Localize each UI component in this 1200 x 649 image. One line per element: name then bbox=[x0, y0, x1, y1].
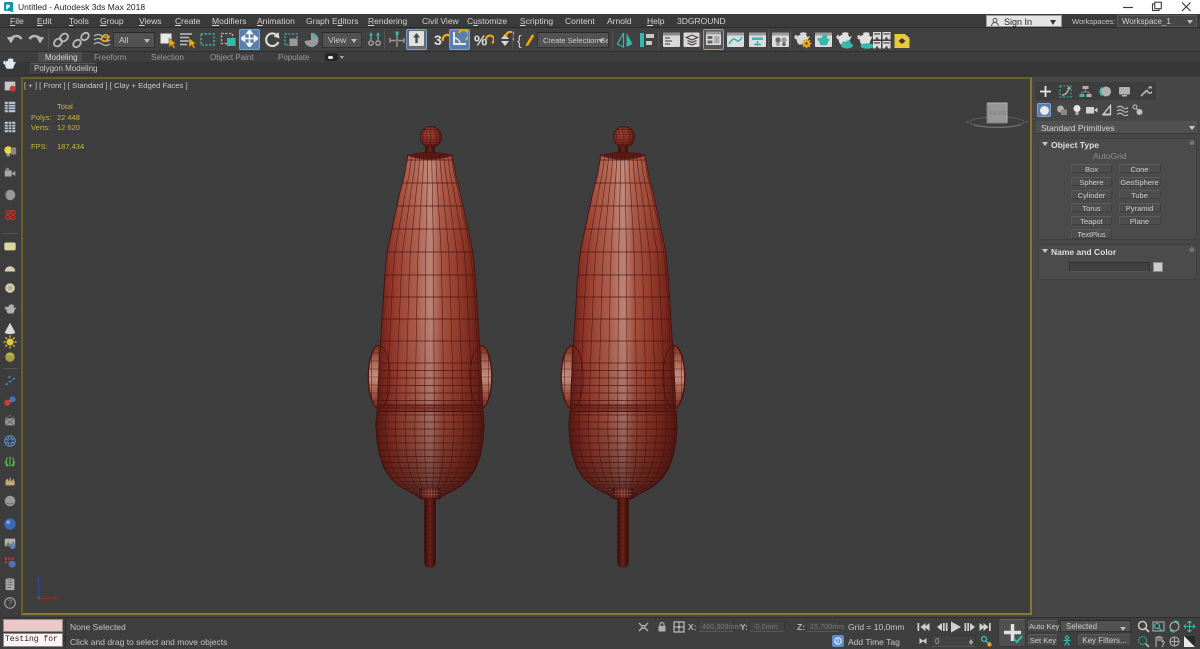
svg-text:?: ? bbox=[8, 599, 13, 608]
svg-text:{: { bbox=[517, 32, 522, 48]
svg-text:%: % bbox=[474, 33, 487, 50]
svg-text:3: 3 bbox=[434, 32, 442, 48]
